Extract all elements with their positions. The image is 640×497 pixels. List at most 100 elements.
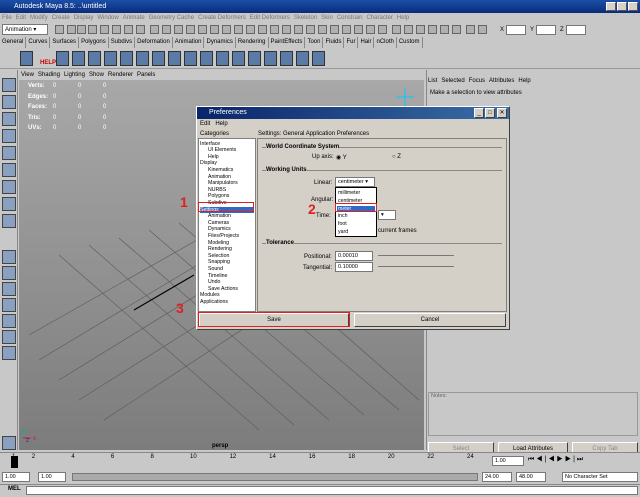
tangential-slider[interactable] — [378, 266, 454, 267]
status-tool-icon[interactable] — [366, 25, 375, 34]
tool-icon[interactable] — [2, 95, 16, 109]
status-tool-icon[interactable] — [294, 25, 303, 34]
status-tool-icon[interactable] — [404, 25, 413, 34]
menu-item[interactable]: Window — [97, 15, 118, 21]
dropdown-option[interactable]: inch — [338, 213, 348, 219]
shelf-tool-icon[interactable] — [120, 51, 133, 66]
menu-item[interactable]: Display — [74, 15, 94, 21]
status-tool-icon[interactable] — [282, 25, 291, 34]
y-field[interactable] — [536, 25, 556, 35]
status-tool-icon[interactable] — [150, 25, 159, 34]
category-item[interactable]: Rendering — [208, 246, 232, 252]
status-tool-icon[interactable] — [428, 25, 437, 34]
viewport-menu-item[interactable]: Panels — [137, 72, 155, 78]
shelf-tab[interactable]: General — [0, 37, 27, 48]
status-tool-icon[interactable] — [174, 25, 183, 34]
close-button[interactable] — [628, 2, 638, 11]
upaxis-z-radio[interactable]: ○ Z — [392, 154, 401, 160]
shelf-tab[interactable]: Toon — [305, 37, 324, 48]
status-tool-icon[interactable] — [124, 25, 133, 34]
shelf-tab[interactable]: Rendering — [236, 37, 269, 48]
status-tool-icon[interactable] — [162, 25, 171, 34]
upaxis-y-radio[interactable]: ◉ Y — [336, 154, 347, 161]
shelf-tab[interactable]: PaintEffects — [269, 37, 306, 48]
shelf-tool-icon[interactable] — [56, 51, 69, 66]
category-item[interactable]: Manipulators — [208, 180, 238, 186]
category-item[interactable]: Timeline — [208, 273, 227, 279]
cancel-button[interactable]: Cancel — [354, 313, 506, 327]
maximize-button[interactable] — [617, 2, 627, 11]
dialog-close-button[interactable]: ✕ — [497, 108, 507, 118]
range-bar[interactable] — [72, 473, 478, 481]
character-set-select[interactable]: No Character Set — [562, 472, 638, 482]
status-tool-icon[interactable] — [100, 25, 109, 34]
dialog-maximize-button[interactable]: □ — [485, 108, 495, 118]
status-tool-icon[interactable] — [478, 25, 487, 34]
dialog-menu-item[interactable]: Edit — [200, 121, 210, 127]
current-time-marker[interactable] — [11, 456, 18, 468]
shelf-tab[interactable]: Custom — [397, 37, 423, 48]
category-item[interactable]: Animation — [208, 174, 231, 180]
shelf-tool-icon[interactable] — [168, 51, 181, 66]
shelf-tab[interactable]: Hair — [358, 37, 375, 48]
category-item[interactable]: Display — [200, 160, 217, 166]
status-tool-icon[interactable] — [55, 25, 64, 34]
category-item[interactable]: Dynamics — [208, 226, 231, 232]
shelf-tab[interactable]: Subdivs — [109, 37, 136, 48]
tool-icon[interactable] — [2, 180, 16, 194]
menu-item[interactable]: Animate — [123, 15, 145, 21]
status-tool-icon[interactable] — [246, 25, 255, 34]
category-item[interactable]: Cameras — [208, 220, 229, 226]
start-time-field[interactable]: 1.00 — [2, 472, 30, 482]
shelf-tool-icon[interactable] — [200, 51, 213, 66]
minimize-button[interactable] — [606, 2, 616, 11]
shelf-tool-icon[interactable] — [232, 51, 245, 66]
menu-item[interactable]: Edit Deformers — [250, 15, 290, 21]
tool-icon[interactable] — [2, 197, 16, 211]
category-item[interactable]: Undo — [208, 279, 220, 285]
category-item[interactable]: Snapping — [208, 259, 230, 265]
status-tool-icon[interactable] — [378, 25, 387, 34]
shelf-tool-icon[interactable] — [104, 51, 117, 66]
dropdown-option[interactable]: millimeter — [338, 190, 360, 196]
viewport-menu-item[interactable]: Lighting — [64, 72, 85, 78]
status-tool-icon[interactable] — [222, 25, 231, 34]
shelf-tool-icon[interactable] — [248, 51, 261, 66]
linear-dropdown[interactable]: millimeter centimeter meter inch foot yard — [335, 187, 377, 237]
status-tool-icon[interactable] — [342, 25, 351, 34]
x-field[interactable] — [506, 25, 526, 35]
attribute-menu-item[interactable]: List — [428, 78, 437, 84]
shelf-tab[interactable]: Polygons — [79, 37, 109, 48]
shelf-tab[interactable]: Animation — [173, 37, 205, 48]
status-tool-icon[interactable] — [270, 25, 279, 34]
status-tool-icon[interactable] — [136, 25, 145, 34]
menu-item[interactable]: Skin — [321, 15, 333, 21]
tool-icon[interactable] — [2, 112, 16, 126]
shelf-tab[interactable]: Fluids — [323, 37, 345, 48]
attribute-menu-item[interactable]: Selected — [441, 78, 464, 84]
total-time-field[interactable]: 48.00 — [516, 472, 546, 482]
dialog-menu-item[interactable]: Help — [215, 121, 227, 127]
shelf-tool-icon[interactable] — [216, 51, 229, 66]
tool-icon[interactable] — [2, 346, 16, 360]
view-cube[interactable] — [394, 86, 416, 108]
attribute-menu-item[interactable]: Attributes — [489, 78, 514, 84]
category-item[interactable]: Applications — [200, 299, 228, 305]
tool-icon[interactable] — [2, 146, 16, 160]
tool-icon[interactable] — [2, 214, 16, 228]
positional-slider[interactable] — [378, 255, 454, 256]
inner-start-field[interactable]: 1.00 — [38, 472, 66, 482]
playback-controls[interactable]: ⏮◀|◀▶▶|⏭ — [528, 456, 585, 464]
status-tool-icon[interactable] — [466, 25, 475, 34]
tool-icon[interactable] — [2, 129, 16, 143]
status-tool-icon[interactable] — [112, 25, 121, 34]
tool-icon[interactable] — [2, 330, 16, 344]
dropdown-option[interactable]: foot — [338, 221, 347, 227]
category-item[interactable]: Modeling — [208, 240, 229, 246]
category-item[interactable]: Files/Projects — [208, 233, 239, 239]
category-item[interactable]: Save Actions — [208, 286, 238, 292]
shelf-tab[interactable]: Fur — [344, 37, 359, 48]
status-tool-icon[interactable] — [416, 25, 425, 34]
category-item[interactable]: Sound — [208, 266, 223, 272]
tool-icon[interactable] — [2, 436, 16, 450]
